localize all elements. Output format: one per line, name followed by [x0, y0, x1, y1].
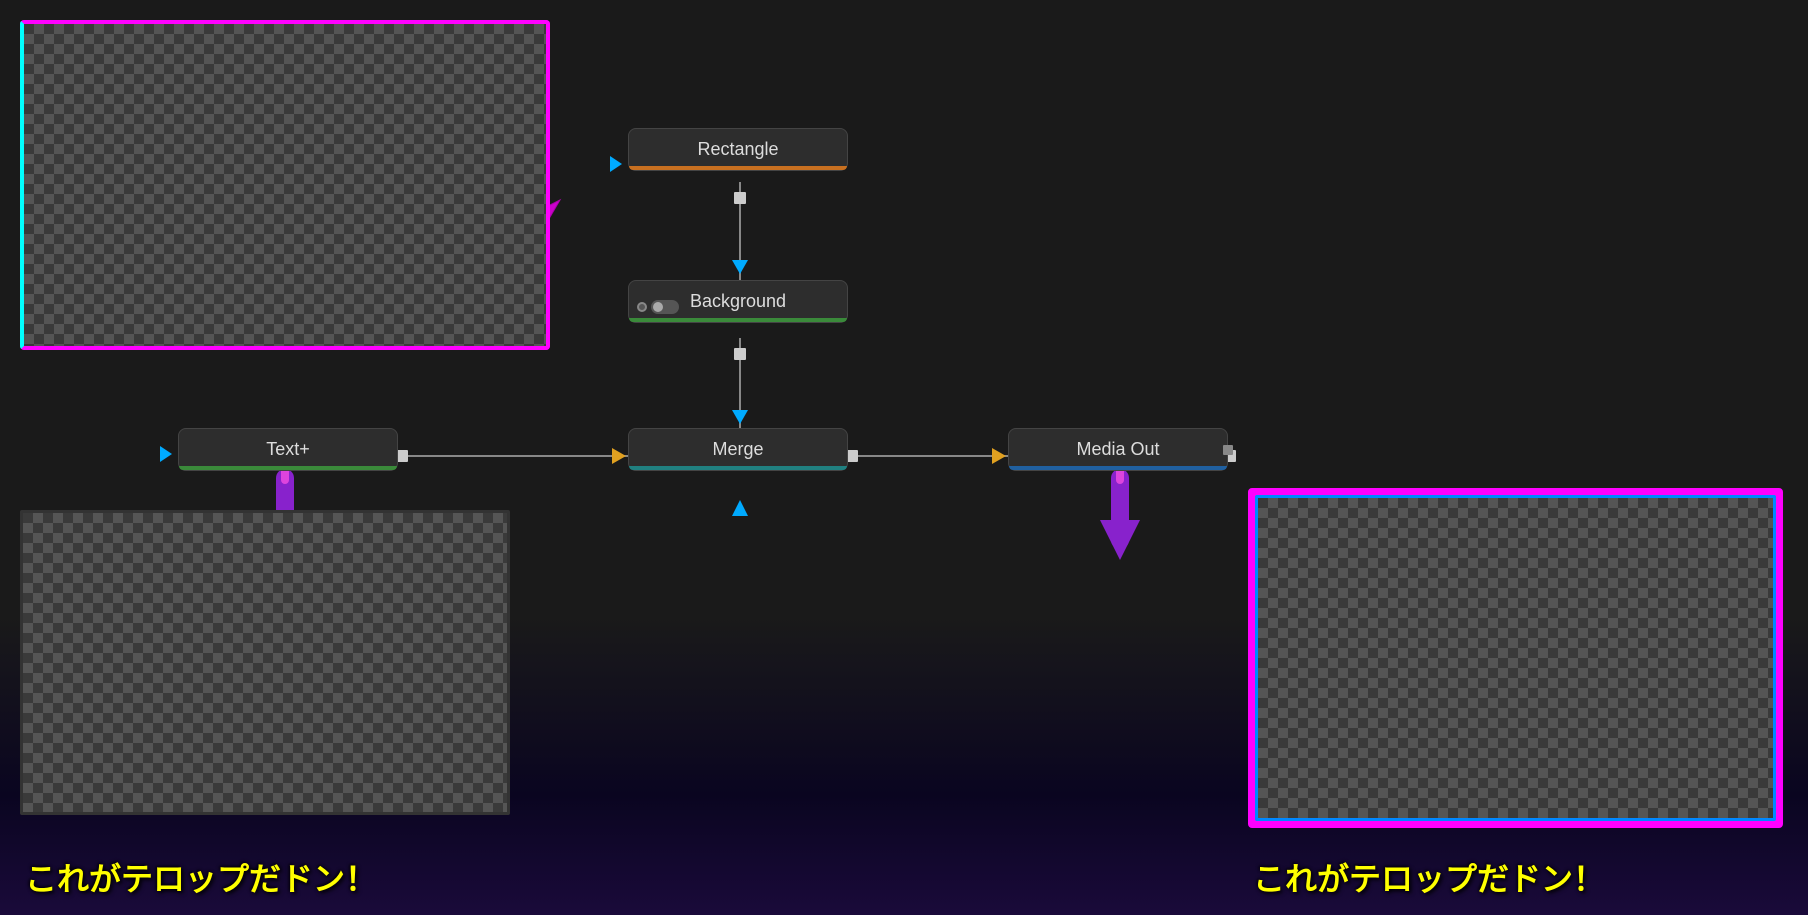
node-background[interactable]: Background — [628, 280, 848, 323]
node-media-out-bar — [1009, 466, 1227, 470]
node-merge[interactable]: Merge — [628, 428, 848, 471]
node-text-plus-bar — [179, 466, 397, 470]
node-text-plus[interactable]: Text+ — [178, 428, 398, 471]
label-jp-bottom-left: これがテロップだドン！ — [25, 854, 377, 900]
node-background-bar — [629, 318, 847, 322]
node-media-out[interactable]: Media Out — [1008, 428, 1228, 471]
node-merge-label: Merge — [692, 429, 783, 466]
node-rectangle-label: Rectangle — [677, 129, 798, 166]
preview-top-left — [20, 20, 550, 350]
node-merge-bar — [629, 466, 847, 470]
node-media-out-label: Media Out — [1056, 429, 1179, 466]
node-rectangle[interactable]: Rectangle — [628, 128, 848, 171]
node-rectangle-bar — [629, 166, 847, 170]
node-background-label: Background — [670, 281, 806, 318]
preview-bottom-left — [20, 510, 510, 815]
toggle-knob — [653, 302, 663, 312]
port-circle — [637, 302, 647, 312]
port-right — [1223, 445, 1233, 455]
label-jp-bottom-right: これがテロップだドン！ — [1253, 854, 1605, 900]
toggle-switch[interactable] — [651, 300, 679, 314]
node-text-plus-label: Text+ — [246, 429, 330, 466]
preview-bottom-right — [1248, 488, 1783, 828]
